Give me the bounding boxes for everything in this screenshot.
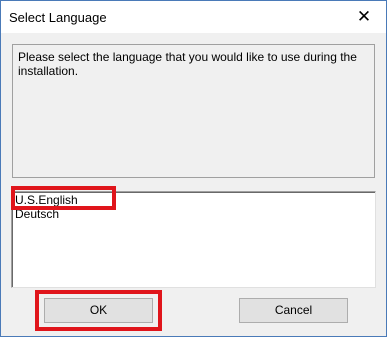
select-language-dialog: Select Language ✕ Please select the lang… xyxy=(0,0,387,337)
window-title: Select Language xyxy=(9,10,107,25)
title-bar: Select Language ✕ xyxy=(1,1,386,33)
instruction-text: Please select the language that you woul… xyxy=(18,50,357,78)
close-icon[interactable]: ✕ xyxy=(352,5,376,29)
cancel-button[interactable]: Cancel xyxy=(239,298,348,323)
message-group: Please select the language that you woul… xyxy=(12,44,375,178)
highlight-box-language xyxy=(11,186,116,210)
highlight-box-ok xyxy=(35,290,162,331)
